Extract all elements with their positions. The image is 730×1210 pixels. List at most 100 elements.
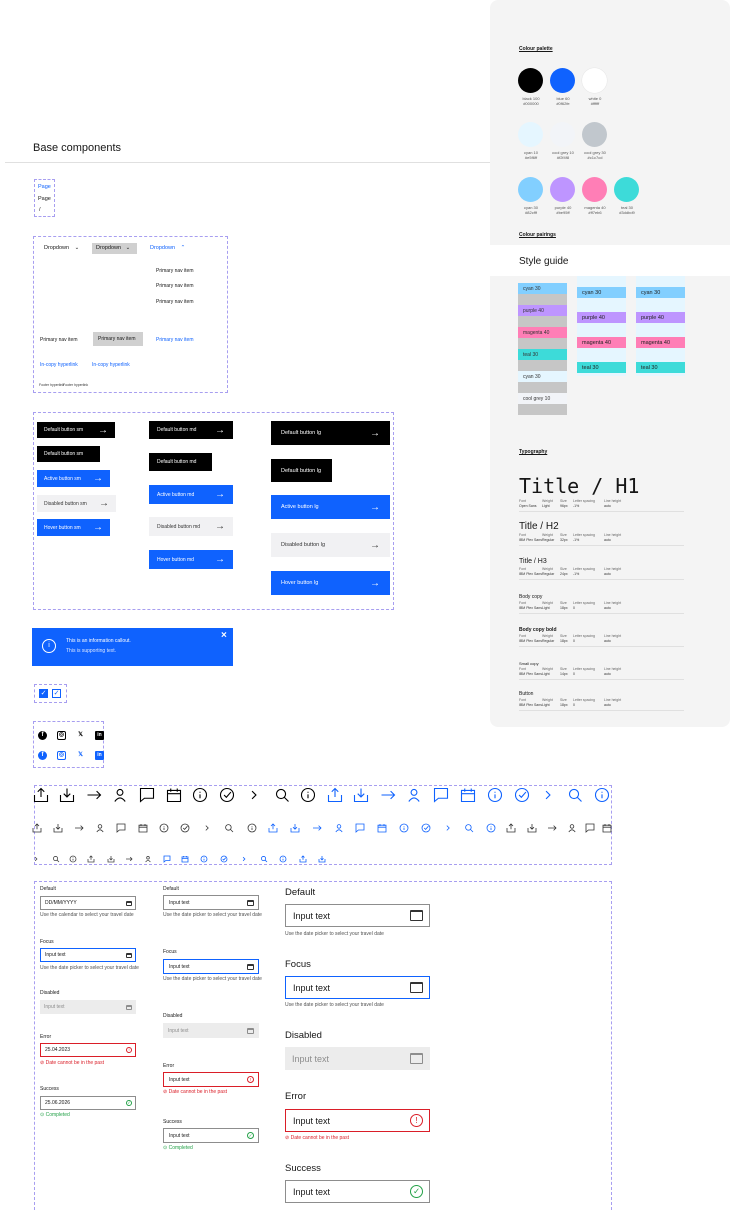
date-input-value: Input text (169, 899, 190, 906)
type-key: Letter spacing (573, 567, 595, 571)
field-label-disabled: Disabled (285, 1030, 322, 1041)
calendar-icon[interactable] (126, 953, 132, 959)
linkedin-icon[interactable]: in (95, 731, 104, 740)
type-key: Size (560, 533, 567, 537)
colour-hex: #3ddbd9 (619, 210, 635, 215)
default-button-lg[interactable]: Default button lg (271, 459, 332, 482)
dropdown-hover[interactable]: Dropdown ⌄ (92, 243, 137, 254)
linkedin-icon[interactable]: in (95, 751, 104, 760)
field-label-focus: Focus (40, 939, 54, 945)
info2-icon (279, 855, 287, 863)
hover-button-sm[interactable]: Hover button sm → (37, 519, 110, 536)
arrow-right-icon: → (370, 427, 380, 439)
date-input-value: Input text (168, 1027, 189, 1034)
chevron-down-icon: ⌄ (74, 245, 80, 251)
pairing-chip (518, 294, 567, 305)
date-input-error[interactable]: Input text (285, 1109, 430, 1132)
date-input-success[interactable]: Input text (163, 1128, 259, 1143)
type-value: IBM Plex Sans (519, 606, 542, 610)
inline-hyperlink[interactable]: In-copy hyperlink (92, 362, 130, 368)
dropdown-label: Dropdown (96, 245, 122, 251)
default-button-lg[interactable]: Default button lg → (271, 421, 390, 445)
arrow-icon (313, 825, 322, 831)
calendar-icon[interactable] (247, 1028, 254, 1034)
date-input-value: Input text (45, 952, 66, 958)
dropdown-menu-item[interactable]: Primary nav item (156, 268, 194, 274)
calendar-icon[interactable] (247, 964, 254, 970)
instagram-icon[interactable]: ◎ (57, 731, 66, 740)
calendar-icon[interactable] (126, 901, 132, 907)
info-icon (192, 787, 208, 803)
checkbox-checked-outline[interactable]: ✓ (52, 689, 61, 698)
date-input-value: Input text (169, 1076, 190, 1083)
info2-icon (486, 823, 496, 833)
hover-button-lg[interactable]: Hover button lg → (271, 571, 390, 595)
search-icon (261, 856, 268, 863)
facebook-icon[interactable]: f (38, 731, 47, 740)
field-helper-default: Use the date picker to select your trave… (285, 931, 585, 938)
hover-button-md[interactable]: Hover button md → (149, 550, 233, 569)
share-icon (268, 823, 278, 833)
calendar-icon (460, 788, 476, 803)
nav-item-active[interactable]: Primary nav item (156, 337, 194, 343)
type-key: Line height (604, 567, 622, 571)
default-button-md[interactable]: Default button md → (149, 421, 233, 439)
x-icon[interactable]: 𝕏 (76, 731, 85, 740)
breadcrumb-link[interactable]: Page (38, 184, 51, 190)
calendar-icon[interactable] (247, 900, 254, 906)
dropdown-menu-item[interactable]: Primary nav item (156, 299, 194, 305)
checkbox-checked[interactable]: ✓ (39, 689, 48, 698)
date-input-error[interactable]: 25.04.2023 (40, 1043, 136, 1057)
date-input-value: Input text (293, 982, 331, 993)
dropdown-menu-item[interactable]: Primary nav item (156, 283, 194, 289)
type-value: Regular (542, 572, 555, 576)
nav-item-default[interactable]: Primary nav item (40, 337, 78, 343)
arrow-right-icon: → (98, 424, 108, 436)
field-label-success: Success (163, 1119, 182, 1125)
calendar-icon[interactable] (126, 1005, 132, 1011)
date-input-success[interactable]: Input text (285, 1180, 430, 1203)
date-input-default[interactable]: Input text (285, 904, 430, 927)
facebook-icon[interactable]: f (38, 751, 47, 760)
field-label-default: Default (40, 886, 56, 892)
close-icon[interactable]: × (221, 630, 227, 641)
calendar-icon[interactable] (410, 910, 423, 922)
date-input-default[interactable]: Input text (163, 895, 259, 910)
default-button-md[interactable]: Default button md (149, 453, 212, 471)
type-value: Regular (542, 538, 555, 542)
user-icon (114, 788, 126, 802)
type-key: Letter spacing (573, 634, 595, 638)
calendar-icon[interactable] (410, 1053, 423, 1065)
field-helper-focus: Use the date picker to select your trave… (285, 1002, 585, 1009)
date-input-success[interactable]: 25.06.2026 (40, 1096, 136, 1110)
field-helper-focus: Use the date picker to select your trave… (163, 976, 263, 983)
dropdown-default[interactable]: Dropdown ⌄ (44, 245, 79, 251)
date-input-focus[interactable]: Input text (40, 948, 136, 962)
active-button-sm[interactable]: Active button sm → (37, 470, 110, 487)
date-input-default[interactable]: DD/MM/YYYY (40, 896, 136, 910)
nav-item-hover[interactable]: Primary nav item (93, 332, 143, 346)
active-button-md[interactable]: Active button md → (149, 485, 233, 504)
active-button-lg[interactable]: Active button lg → (271, 495, 390, 519)
pairing-label: cyan 30 (582, 289, 602, 296)
footer-hyperlink[interactable]: Footer hyperlink (39, 383, 64, 387)
share-icon (32, 823, 42, 833)
inline-hyperlink[interactable]: In-copy hyperlink (40, 362, 78, 368)
arrow-right-icon: → (370, 501, 380, 513)
info2-icon (300, 787, 316, 803)
type-sample: Title / H3 (519, 558, 547, 565)
date-input-error[interactable]: Input text (163, 1072, 259, 1087)
calendar-icon[interactable] (410, 982, 423, 994)
dropdown-open[interactable]: Dropdown ⌃ (150, 245, 185, 251)
date-input-focus[interactable]: Input text (163, 959, 259, 974)
x-icon[interactable]: 𝕏 (76, 751, 85, 760)
date-input-focus[interactable]: Input text (285, 976, 430, 999)
info-icon: i (42, 639, 56, 653)
default-button-sm[interactable]: Default button sm (37, 446, 100, 462)
field-helper-error: ⊘ Date cannot be in the past (285, 1135, 585, 1142)
instagram-icon[interactable]: ◎ (57, 751, 66, 760)
footer-hyperlink[interactable]: Footer hyperlink (63, 383, 88, 387)
typography-title: Typography (519, 449, 548, 455)
field-label-focus: Focus (163, 949, 177, 955)
default-button-sm[interactable]: Default button sm → (37, 422, 115, 438)
